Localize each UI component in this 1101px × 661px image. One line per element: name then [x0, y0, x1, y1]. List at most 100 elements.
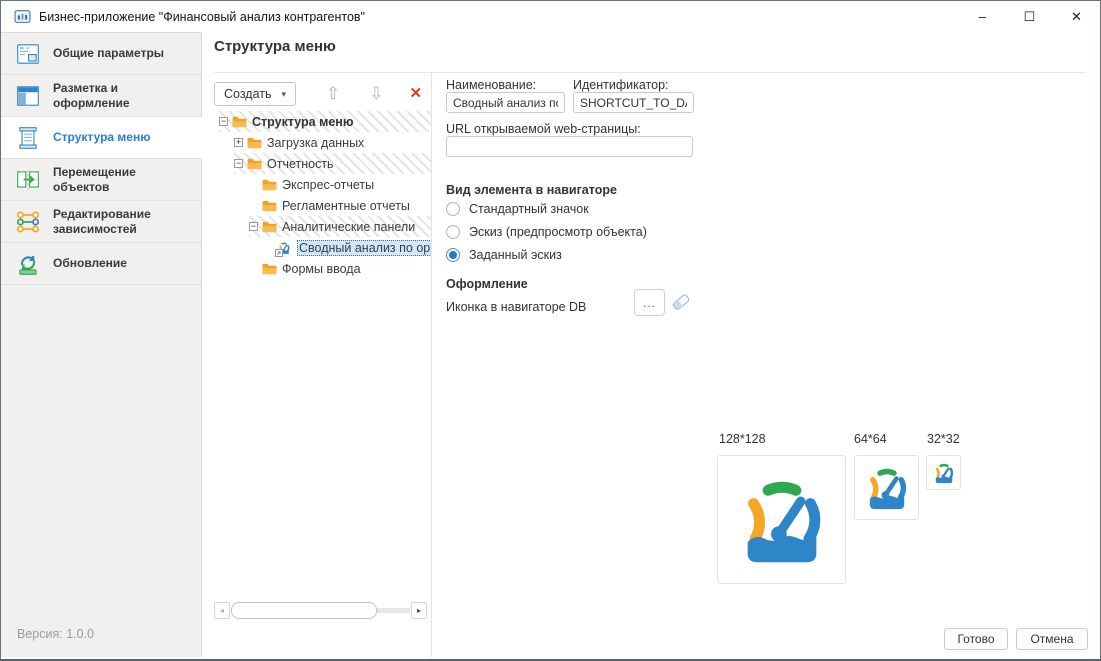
cancel-button[interactable]: Отмена: [1016, 628, 1088, 650]
tree-row[interactable]: Экспрес-отчеты: [249, 174, 431, 195]
tree-panel-divider: [431, 73, 432, 657]
scrollbar-thumb[interactable]: [231, 602, 377, 619]
preview-32-label: 32*32: [927, 432, 960, 446]
sidebar-filler: [1, 285, 202, 657]
chevron-down-icon: ▾: [282, 89, 287, 100]
page-title: Структура меню: [214, 38, 336, 55]
tree-row[interactable]: Регламентные отчеты: [249, 195, 431, 216]
identifier-field-label: Идентификатор:: [573, 78, 669, 92]
tree-row[interactable]: Сводный анализ по организа: [264, 237, 431, 258]
navigator-icon-value: DB: [569, 300, 586, 314]
view-radio-option[interactable]: Стандартный значок: [446, 201, 647, 216]
folder-icon: [247, 157, 263, 171]
sidebar-item[interactable]: Редактирование зависимостей: [1, 201, 202, 243]
dashboard-gauge-icon: [732, 470, 832, 570]
scrollbar-track[interactable]: [231, 602, 410, 619]
folder-icon: [247, 136, 263, 150]
move-down-icon[interactable]: ⇩: [369, 82, 383, 106]
dashboard-shortcut-icon: [277, 241, 293, 255]
sidebar-item[interactable]: Разметка и оформление: [1, 75, 202, 117]
view-radio-group: Стандартный значок Эскиз (предпросмотр о…: [446, 201, 647, 270]
dependencies-icon: [14, 208, 41, 235]
url-field-label: URL открываемой web-страницы:: [446, 122, 641, 136]
view-group-label: Вид элемента в навигаторе: [446, 183, 617, 197]
folder-icon: [262, 220, 278, 234]
app-logo-icon: [14, 8, 31, 25]
done-button[interactable]: Готово: [944, 628, 1008, 650]
delete-icon[interactable]: ✕: [410, 82, 423, 106]
tree-horizontal-scrollbar: ◂ ▸: [214, 602, 427, 619]
sidebar-item-label: Перемещение объектов: [53, 165, 201, 195]
preview-64-label: 64*64: [854, 432, 887, 446]
layout-icon: [14, 82, 41, 109]
folder-icon: [232, 115, 248, 129]
browse-button[interactable]: ...: [634, 289, 665, 316]
tree-item-label: Регламентные отчеты: [282, 199, 410, 213]
sidebar-item-label: Разметка и оформление: [53, 81, 201, 111]
url-input[interactable]: [446, 136, 693, 157]
app-window: Бизнес-приложение "Финансовый анализ кон…: [0, 0, 1101, 661]
tree-expander-icon[interactable]: −: [234, 159, 243, 168]
tree-row[interactable]: − Отчетность: [234, 153, 431, 174]
sidebar-item[interactable]: Общие параметры: [1, 33, 202, 75]
sidebar-item-label: Структура меню: [53, 130, 156, 145]
radio-option-label: Заданный эскиз: [469, 248, 562, 262]
tree-expander-icon[interactable]: +: [234, 138, 243, 147]
minimize-icon[interactable]: –: [959, 1, 1006, 32]
view-radio-option[interactable]: Эскиз (предпросмотр объекта): [446, 224, 647, 239]
sidebar: Общие параметры Разметка и оформление Ст…: [1, 32, 202, 657]
radio-option-label: Эскиз (предпросмотр объекта): [469, 225, 647, 239]
main-panel: Структура меню Создать ▾ ⇧ ⇩ ✕ − Структу…: [202, 32, 1100, 657]
preview-128-image: [717, 455, 846, 584]
tree-row[interactable]: − Аналитические панели: [249, 216, 431, 237]
scroll-left-icon[interactable]: ◂: [214, 602, 230, 619]
move-objects-icon: [14, 166, 41, 193]
tree-row[interactable]: Формы ввода: [249, 258, 431, 279]
tree-item-label: Экспрес-отчеты: [282, 178, 374, 192]
navigator-icon-label: Иконка в навигаторе: [446, 300, 566, 314]
sidebar-item[interactable]: Перемещение объектов: [1, 159, 202, 201]
view-radio-option[interactable]: Заданный эскиз: [446, 247, 647, 262]
tree-toolbar: Создать ▾ ⇧ ⇩ ✕: [214, 82, 422, 106]
maximize-icon[interactable]: ☐: [1006, 1, 1053, 32]
eraser-icon[interactable]: [670, 291, 692, 313]
preview-128-label: 128*128: [719, 432, 766, 446]
radio-option-label: Стандартный значок: [469, 202, 589, 216]
close-icon[interactable]: ✕: [1053, 1, 1100, 32]
preview-32-image: [926, 455, 961, 490]
identifier-input[interactable]: [573, 92, 694, 113]
sidebar-item[interactable]: Структура меню: [1, 117, 202, 159]
shortcut-arrow-icon: [275, 249, 283, 257]
tree-expander-icon[interactable]: −: [249, 222, 258, 231]
preview-64-image: [854, 455, 919, 520]
appearance-section-label: Оформление: [446, 277, 528, 291]
tree-item-label: Структура меню: [252, 115, 354, 129]
sidebar-nav: Общие параметры Разметка и оформление Ст…: [1, 33, 202, 285]
tree-expander-icon[interactable]: −: [219, 117, 228, 126]
sidebar-item-label: Обновление: [53, 256, 133, 271]
name-input[interactable]: [446, 92, 565, 113]
titlebar: Бизнес-приложение "Финансовый анализ кон…: [1, 1, 1100, 32]
radio-icon[interactable]: [446, 225, 460, 239]
dashboard-gauge-icon: [862, 463, 912, 513]
menu-structure-tree: − Структура меню+ Загрузка данных− Отчет…: [214, 111, 431, 279]
radio-icon[interactable]: [446, 202, 460, 216]
tree-item-label: Отчетность: [267, 157, 334, 171]
tree-item-label: Формы ввода: [282, 262, 361, 276]
sidebar-item[interactable]: Обновление: [1, 243, 202, 285]
version-label: Версия: 1.0.0: [17, 627, 94, 641]
folder-icon: [262, 178, 278, 192]
tree-item-label: Сводный анализ по организа: [297, 240, 431, 256]
sidebar-item-label: Редактирование зависимостей: [53, 207, 201, 237]
folder-icon: [262, 199, 278, 213]
move-up-icon[interactable]: ⇧: [326, 82, 340, 106]
create-button-label: Создать: [224, 87, 272, 101]
create-button[interactable]: Создать ▾: [214, 82, 296, 106]
tree-row[interactable]: + Загрузка данных: [234, 132, 431, 153]
sidebar-item-label: Общие параметры: [53, 46, 170, 61]
tree-row[interactable]: − Структура меню: [219, 111, 431, 132]
scroll-right-icon[interactable]: ▸: [411, 602, 427, 619]
dashboard-gauge-icon: [932, 461, 956, 485]
radio-icon[interactable]: [446, 248, 460, 262]
refresh-icon: [14, 250, 41, 277]
